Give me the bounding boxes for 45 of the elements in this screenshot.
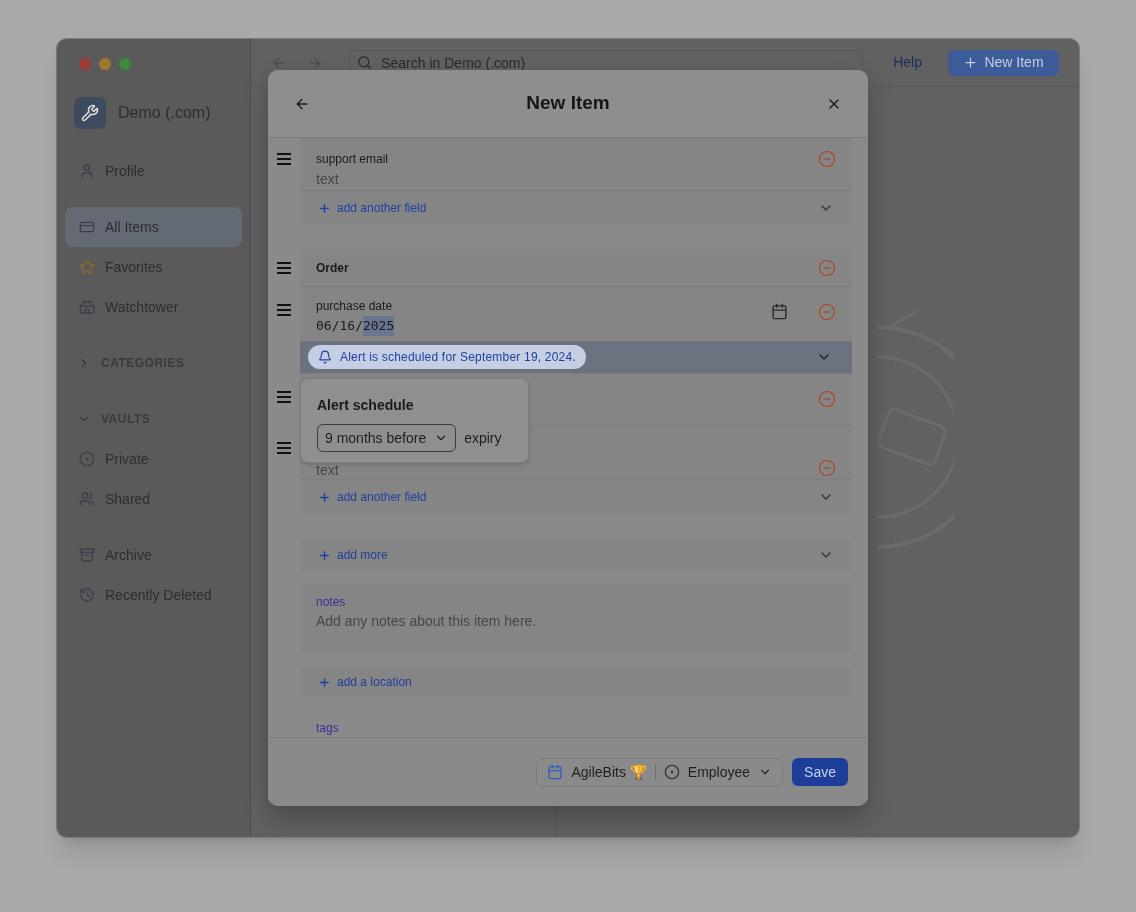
plus-icon [318,490,331,504]
drag-handle-icon[interactable] [277,391,291,403]
drag-handle-icon[interactable] [277,261,291,274]
dialog-title: New Item [525,91,611,116]
new-item-button[interactable]: New Item [948,49,1059,76]
drag-handle-icon[interactable] [277,304,291,316]
text-field[interactable]: text [316,169,516,190]
plus-icon [318,201,331,215]
notes-field[interactable]: Add any notes about this item here. [316,611,716,635]
drag-handle-icon[interactable] [277,153,291,165]
drag-handle-icon[interactable] [277,442,291,454]
tags-label: tags [316,720,339,737]
add-field-button[interactable]: add another field [318,199,427,217]
add-field-button[interactable]: add another field [318,488,427,506]
expiry-label: expiry [464,428,502,448]
plus-icon [318,675,331,689]
people-icon [79,491,95,507]
vault-picker[interactable]: AgileBits 🏆 Employee [536,757,784,787]
history-icon [79,587,95,603]
tower-icon [79,299,95,315]
archive-icon [79,547,95,563]
section-title[interactable]: Order [316,258,349,277]
schedule-select[interactable]: 9 months before [317,424,457,452]
help-link[interactable]: Help [883,52,932,73]
save-button[interactable]: Save [792,758,848,786]
person-icon [79,163,95,179]
notes-label: notes [316,594,347,611]
popover-title: Alert schedule [317,396,415,415]
account-logo-icon [74,97,106,129]
add-field-button[interactable]: add more [318,546,388,564]
alert-row[interactable]: Alert is scheduled for September 19, 2024. [300,341,852,373]
card-icon [79,219,95,235]
sidebar-item[interactable]: All Items [65,207,243,247]
text-field[interactable]: text [316,460,516,481]
date-field[interactable]: 06/16/2025 [316,316,771,336]
alert-chip[interactable]: Alert is scheduled for September 19, 2024. [308,345,586,369]
calendar-icon[interactable] [771,303,788,320]
plus-icon [963,55,979,70]
field-label: purchase date [316,298,394,315]
add-field-button[interactable]: add a location [318,673,412,691]
star-icon [79,259,95,275]
plus-icon [318,548,331,562]
bell-icon [318,350,332,364]
field-label: support email [316,151,390,168]
search-icon [357,54,373,70]
